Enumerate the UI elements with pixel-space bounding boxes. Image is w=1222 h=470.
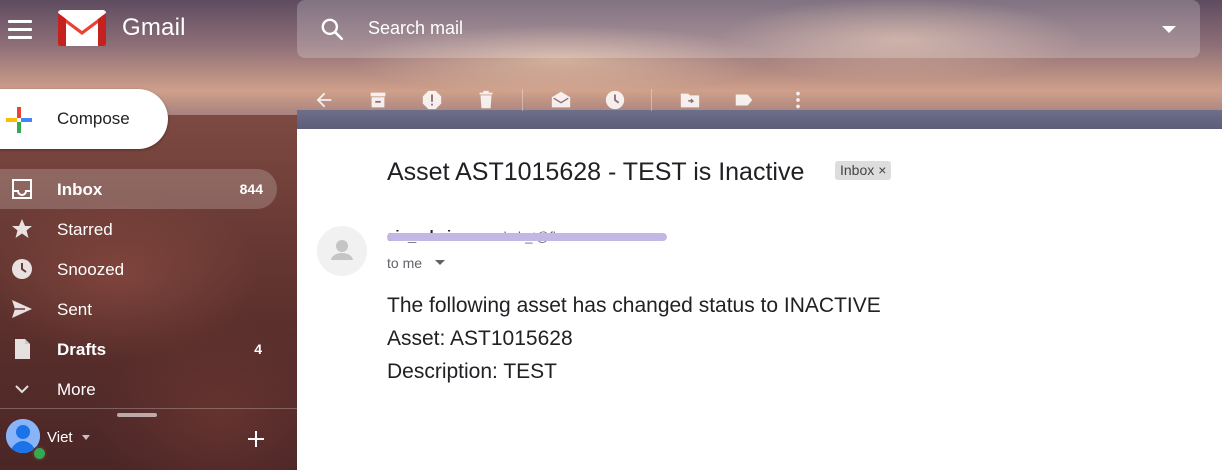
- add-chat-icon[interactable]: [245, 428, 267, 450]
- sidebar-item-sent[interactable]: Sent: [0, 289, 290, 329]
- snooze-icon: [605, 90, 625, 110]
- delete-icon: [479, 90, 493, 109]
- drafts-count: 4: [254, 341, 262, 357]
- message-toolbar: [312, 86, 840, 114]
- sidebar-item-label: More: [57, 380, 96, 399]
- person-icon: [331, 240, 353, 260]
- label-button[interactable]: [732, 88, 756, 112]
- recipient-text: to me: [387, 255, 423, 271]
- sidebar-item-label: Drafts: [57, 340, 107, 359]
- email-body: The following asset has changed status t…: [387, 289, 881, 388]
- sidebar-item-inbox[interactable]: Inbox 844: [0, 169, 277, 209]
- star-icon: [12, 219, 32, 238]
- search-bar[interactable]: Search mail: [297, 0, 1200, 58]
- sidebar-item-more[interactable]: More: [0, 369, 290, 409]
- remove-label-icon[interactable]: ×: [878, 162, 886, 178]
- chevron-down-icon: [15, 385, 29, 394]
- menu-icon-bar: [8, 27, 32, 31]
- archive-icon: [370, 92, 386, 108]
- mark-unread-button[interactable]: [549, 88, 573, 112]
- user-name[interactable]: Viet: [47, 429, 73, 446]
- sidebar-item-label: Snoozed: [57, 260, 125, 279]
- menu-icon-bar: [8, 19, 32, 23]
- show-details-icon[interactable]: [435, 260, 445, 265]
- label-icon: [735, 94, 753, 106]
- snooze-button[interactable]: [603, 88, 627, 112]
- clock-icon: [12, 259, 32, 279]
- redaction-bar: [387, 233, 667, 241]
- back-button[interactable]: [312, 88, 336, 112]
- send-icon: [12, 300, 32, 318]
- sender-avatar[interactable]: [317, 226, 367, 276]
- sidebar-item-label: Sent: [57, 300, 92, 319]
- archive-button[interactable]: [366, 88, 390, 112]
- app-name: Gmail: [122, 14, 186, 41]
- sidebar-item-snoozed[interactable]: Snoozed: [0, 249, 290, 289]
- sidebar-item-label: Starred: [57, 220, 113, 239]
- move-to-button[interactable]: [678, 88, 702, 112]
- sidebar-nav: Inbox 844 Starred Snoozed Sent Drafts 4 …: [0, 169, 290, 409]
- delete-button[interactable]: [474, 88, 498, 112]
- mark-unread-icon: [551, 91, 571, 108]
- sidebar-item-starred[interactable]: Starred: [0, 209, 290, 249]
- sidebar-item-label: Inbox: [57, 180, 103, 199]
- search-icon[interactable]: [319, 16, 345, 42]
- search-input[interactable]: Search mail: [368, 18, 463, 39]
- resize-handle[interactable]: [117, 413, 157, 417]
- sidebar-item-drafts[interactable]: Drafts 4: [0, 329, 290, 369]
- sidebar-divider: [0, 408, 297, 409]
- compose-label: Compose: [57, 109, 130, 128]
- search-options-icon[interactable]: [1162, 26, 1176, 33]
- unread-count: 844: [239, 181, 263, 197]
- body-line: Asset: AST1015628: [387, 327, 573, 350]
- report-spam-button[interactable]: [420, 88, 444, 112]
- gmail-m-icon: [58, 10, 106, 46]
- menu-icon-bar: [8, 35, 32, 39]
- body-line: Description: TEST: [387, 360, 557, 383]
- report-spam-icon: [422, 90, 442, 110]
- gmail-logo[interactable]: Gmail: [58, 10, 186, 46]
- inbox-icon: [12, 179, 32, 199]
- email-view: Asset AST1015628 - TEST is Inactive Inbo…: [297, 129, 1222, 470]
- back-arrow-icon: [316, 92, 332, 108]
- online-status-dot: [32, 446, 47, 461]
- toolbar-divider: [651, 89, 652, 111]
- email-subject: Asset AST1015628 - TEST is Inactive: [387, 158, 805, 186]
- user-dropdown-icon[interactable]: [82, 435, 90, 440]
- toolbar-divider: [522, 89, 523, 111]
- main-menu-button[interactable]: [8, 16, 36, 42]
- more-options-button[interactable]: [786, 88, 810, 112]
- move-to-icon: [680, 93, 700, 108]
- inbox-label-chip[interactable]: Inbox ×: [835, 161, 892, 180]
- label-text: Inbox: [840, 162, 875, 178]
- compose-plus-icon: [6, 107, 32, 133]
- draft-icon: [15, 339, 30, 359]
- compose-button[interactable]: Compose: [0, 89, 168, 149]
- more-vert-icon: [796, 91, 800, 109]
- body-line: The following asset has changed status t…: [387, 294, 881, 317]
